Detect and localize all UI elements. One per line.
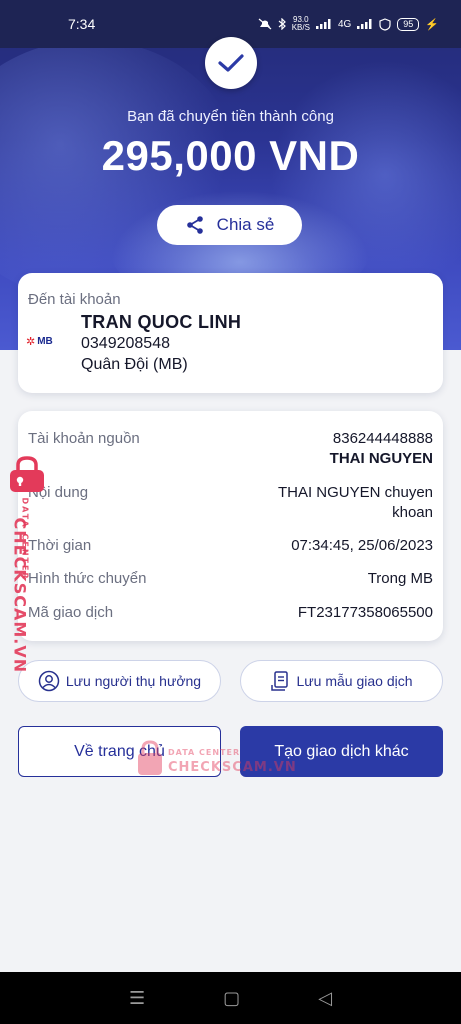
- lock-icon: [138, 740, 162, 775]
- time-value: 07:34:45, 25/06/2023: [291, 537, 433, 554]
- transaction-details-card: Tài khoản nguồn 836244448888 THAI NGUYEN…: [18, 411, 443, 641]
- share-label: Chia sẻ: [216, 215, 275, 234]
- recipient-bank: Quân Đội (MB): [81, 356, 188, 373]
- recipient-label: Đến tài khoản: [28, 291, 121, 308]
- watermark-side: DATA CENTER CHECKSCAM.VN: [3, 455, 53, 673]
- method-row: Hình thức chuyển Trong MB: [28, 570, 433, 587]
- time-row: Thời gian 07:34:45, 25/06/2023: [28, 537, 433, 554]
- content-row: Nội dung THAI NGUYEN chuyen khoan: [28, 484, 433, 521]
- source-account-name: THAI NGUYEN: [329, 450, 433, 467]
- user-circle-icon: [38, 670, 60, 692]
- transaction-id-value: FT23177358065500: [297, 604, 433, 621]
- save-template-label: Lưu mẫu giao dịch: [296, 673, 413, 689]
- star-icon: ✲: [26, 334, 36, 348]
- success-check-icon: [205, 37, 257, 89]
- network-speed: 93.0 KB/S: [291, 15, 310, 32]
- system-nav-bar: ☰ ▢ ◁: [0, 972, 461, 1024]
- source-account-row: Tài khoản nguồn 836244448888 THAI NGUYEN: [28, 430, 433, 467]
- status-icons: 93.0 KB/S 4G 95 ⚡: [258, 16, 439, 32]
- save-template-button[interactable]: Lưu mẫu giao dịch: [240, 660, 443, 702]
- recipient-card: Đến tài khoản ✲ MB TRAN QUOC LINH 034920…: [18, 273, 443, 393]
- success-message: Bạn đã chuyển tiền thành công: [127, 108, 334, 125]
- mute-icon: [258, 18, 272, 30]
- watermark-sub-text: DATA CENTER: [168, 748, 241, 757]
- watermark-brand-text: CHECKSCAM.VN: [10, 517, 30, 674]
- mb-bank-logo: ✲ MB: [26, 334, 53, 348]
- lock-icon: [10, 456, 44, 492]
- method-value: Trong MB: [367, 570, 433, 587]
- bluetooth-icon: [278, 18, 286, 30]
- template-icon: [270, 671, 288, 691]
- content-value-line2: khoan: [392, 504, 433, 521]
- battery-indicator: 95: [397, 17, 420, 31]
- watermark-center: DATA CENTER CHECKSCAM.VN: [136, 740, 306, 780]
- recipient-account: 0349208548: [81, 335, 170, 352]
- back-icon[interactable]: ◁: [318, 988, 332, 1009]
- recipient-name: TRAN QUOC LINH: [81, 312, 242, 332]
- watermark-brand-text: CHECKSCAM.VN: [168, 760, 297, 775]
- menu-icon[interactable]: ☰: [129, 988, 145, 1009]
- shield-icon: [379, 17, 391, 31]
- signal-icon: [357, 19, 372, 29]
- transfer-amount: 295,000 VND: [101, 132, 360, 179]
- content-value-line1: THAI NGUYEN chuyen: [277, 484, 433, 501]
- share-icon: [186, 216, 203, 234]
- save-beneficiary-label: Lưu người thụ hưởng: [65, 673, 202, 689]
- source-account-number: 836244448888: [332, 430, 433, 447]
- signal-icon: [315, 19, 331, 29]
- save-beneficiary-button[interactable]: Lưu người thụ hưởng: [18, 660, 221, 702]
- share-button[interactable]: Chia sẻ: [157, 205, 302, 245]
- network-type: 4G: [337, 18, 352, 30]
- home-square-icon[interactable]: ▢: [223, 988, 240, 1009]
- status-time: 7:34: [68, 16, 96, 32]
- transaction-id-row: Mã giao dịch FT23177358065500: [28, 604, 433, 621]
- charging-icon: ⚡: [425, 18, 439, 31]
